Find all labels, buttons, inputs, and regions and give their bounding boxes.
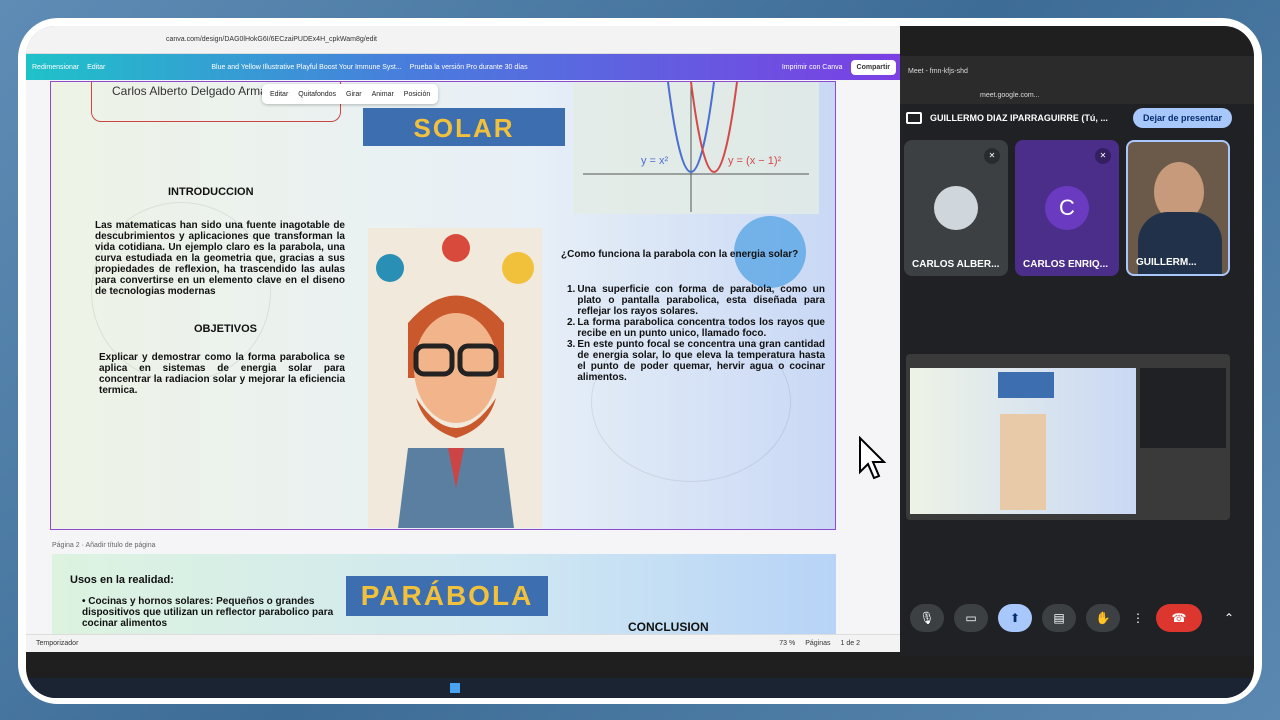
participant-name: CARLOS ALBER... <box>912 259 1000 270</box>
design-page-1[interactable]: Carlos Alberto Delgado Armas SOLAR y = x… <box>50 81 836 530</box>
intro-paragraph: Las matematicas han sido una fuente inag… <box>95 220 345 297</box>
presenter-name: GUILLERMO DIAZ IPARRAGUIRRE (Tú, ... <box>930 113 1108 123</box>
stop-presenting-button[interactable]: Dejar de presentar <box>1132 108 1232 128</box>
captions-icon[interactable]: ▤ <box>1042 604 1076 632</box>
canva-menubar: Redimensionar Editar Blue and Yellow Ill… <box>26 54 900 80</box>
pages-button[interactable]: Páginas <box>805 640 830 647</box>
step-text: Una superficie con forma de parabola, co… <box>577 284 825 317</box>
canva-footer: Temporizador 73 % Páginas 1 de 2 <box>26 634 900 652</box>
element-toolbar: Editar Quitafondos Girar Animar Posición <box>262 84 439 104</box>
parabola-title: PARÁBOLA <box>346 576 548 616</box>
intro-heading: INTRODUCCION <box>168 186 254 198</box>
page-count: 1 de 2 <box>840 640 860 647</box>
equation-2: y = (x − 1)² <box>728 155 782 167</box>
meet-address-bar[interactable]: meet.google.com... <box>900 86 1254 104</box>
step-text: La forma parabolica concentra todos los … <box>577 317 825 339</box>
meet-tab-title[interactable]: Meet - fmn-kfjs-shd <box>908 68 968 75</box>
print-button[interactable]: Imprimir con Canva <box>782 64 843 71</box>
taskbar-start-icon[interactable] <box>450 683 460 693</box>
more-options-icon[interactable]: ⋮ <box>1130 604 1146 632</box>
canva-window: canva.com/design/DAG0lHokG6I/6ECzaiPUDEx… <box>26 26 900 652</box>
preview-illustration <box>1000 414 1046 510</box>
share-button[interactable]: Compartir <box>850 59 896 75</box>
design-page-2[interactable]: Usos en la realidad: • Cocinas y hornos … <box>52 554 836 634</box>
participant-tile[interactable]: ✕ C CARLOS ENRIQ... <box>1015 140 1119 276</box>
mouse-cursor-icon <box>858 435 888 487</box>
meet-url[interactable]: meet.google.com... <box>980 92 1040 99</box>
address-url[interactable]: canva.com/design/DAG0lHokG6I/6ECzaiPUDEx… <box>166 36 377 43</box>
screen-share-preview[interactable] <box>906 354 1230 520</box>
uses-bullet-text: Cocinas y hornos solares: Pequeños o gra… <box>82 596 334 629</box>
parabola-graph: y = x² y = (x − 1)² <box>573 82 819 214</box>
step-item: 1. Una superficie con forma de parabola, … <box>567 284 825 317</box>
os-taskbar <box>26 678 1254 698</box>
question-heading: ¿Como funciona la parabola con la energi… <box>561 249 799 260</box>
conclusion-heading: CONCLUSION <box>628 620 709 634</box>
step-item: 3. En este punto focal se concentra una g… <box>567 339 825 383</box>
page-2-label[interactable]: Página 2 · Añadir título de página <box>52 542 156 549</box>
objectives-paragraph: Explicar y demostrar como la forma parab… <box>99 352 345 396</box>
preview-meet <box>1140 368 1226 448</box>
participant-name: GUILLERM... <box>1136 257 1197 268</box>
scientist-illustration[interactable] <box>368 228 542 528</box>
objectives-heading: OBJETIVOS <box>194 323 257 335</box>
flip-tool[interactable]: Girar <box>346 91 362 98</box>
microphone-icon[interactable]: 🎙 <box>910 604 944 632</box>
raise-hand-icon[interactable]: ✋ <box>1086 604 1120 632</box>
avatar: C <box>1045 186 1089 230</box>
step-item: 2. La forma parabolica concentra todos lo… <box>567 317 825 339</box>
chevron-up-icon[interactable]: ⌃ <box>1212 604 1246 632</box>
edit-menu-button[interactable]: Editar <box>87 64 105 71</box>
resize-button[interactable]: Redimensionar <box>32 64 79 71</box>
steps-list: 1. Una superficie con forma de parabola, … <box>567 284 825 383</box>
edit-tool[interactable]: Editar <box>270 91 288 98</box>
participant-name: CARLOS ENRIQ... <box>1023 259 1109 270</box>
step-text: En este punto focal se concentra una gra… <box>577 339 825 383</box>
timer-button[interactable]: Temporizador <box>36 640 78 647</box>
pro-trial-button[interactable]: Prueba la versión Pro durante 30 días <box>410 64 528 71</box>
remove-bg-tool[interactable]: Quitafondos <box>298 91 336 98</box>
preview-title-box <box>998 372 1054 398</box>
presentation-header: GUILLERMO DIAZ IPARRAGUIRRE (Tú, ... Dej… <box>906 106 1242 130</box>
mic-off-icon: ✕ <box>984 148 1000 164</box>
present-screen-icon[interactable]: ⬆ <box>998 604 1032 632</box>
participant-tile[interactable]: ✕ CARLOS ALBER... <box>904 140 1008 276</box>
leave-call-button[interactable]: ☎ <box>1156 604 1202 632</box>
present-icon <box>906 112 922 124</box>
animate-tool[interactable]: Animar <box>372 91 394 98</box>
meet-tab[interactable]: Meet - fmn-kfjs-shd <box>900 56 1254 86</box>
solar-title: SOLAR <box>363 108 565 146</box>
browser-address-bar[interactable]: canva.com/design/DAG0lHokG6I/6ECzaiPUDEx… <box>26 26 900 54</box>
camera-icon[interactable]: ▭ <box>954 604 988 632</box>
zoom-level[interactable]: 73 % <box>779 640 795 647</box>
uses-bullet: • Cocinas y hornos solares: Pequeños o g… <box>82 596 334 629</box>
screen: canva.com/design/DAG0lHokG6I/6ECzaiPUDEx… <box>26 26 1254 698</box>
equation-1: y = x² <box>641 155 669 167</box>
avatar <box>934 186 978 230</box>
participant-tile-self[interactable]: GUILLERM... <box>1126 140 1230 276</box>
document-title[interactable]: Blue and Yellow Illustrative Playful Boo… <box>211 64 401 71</box>
uses-heading: Usos en la realidad: <box>70 574 174 586</box>
shared-canva-preview <box>910 368 1136 514</box>
call-controls: 🎙 ▭ ⬆ ▤ ✋ ⋮ ☎ ⌃ <box>910 604 1246 632</box>
position-tool[interactable]: Posición <box>404 91 430 98</box>
meet-window: Meet - fmn-kfjs-shd meet.google.com... G… <box>900 56 1254 656</box>
mic-off-icon: ✕ <box>1095 148 1111 164</box>
